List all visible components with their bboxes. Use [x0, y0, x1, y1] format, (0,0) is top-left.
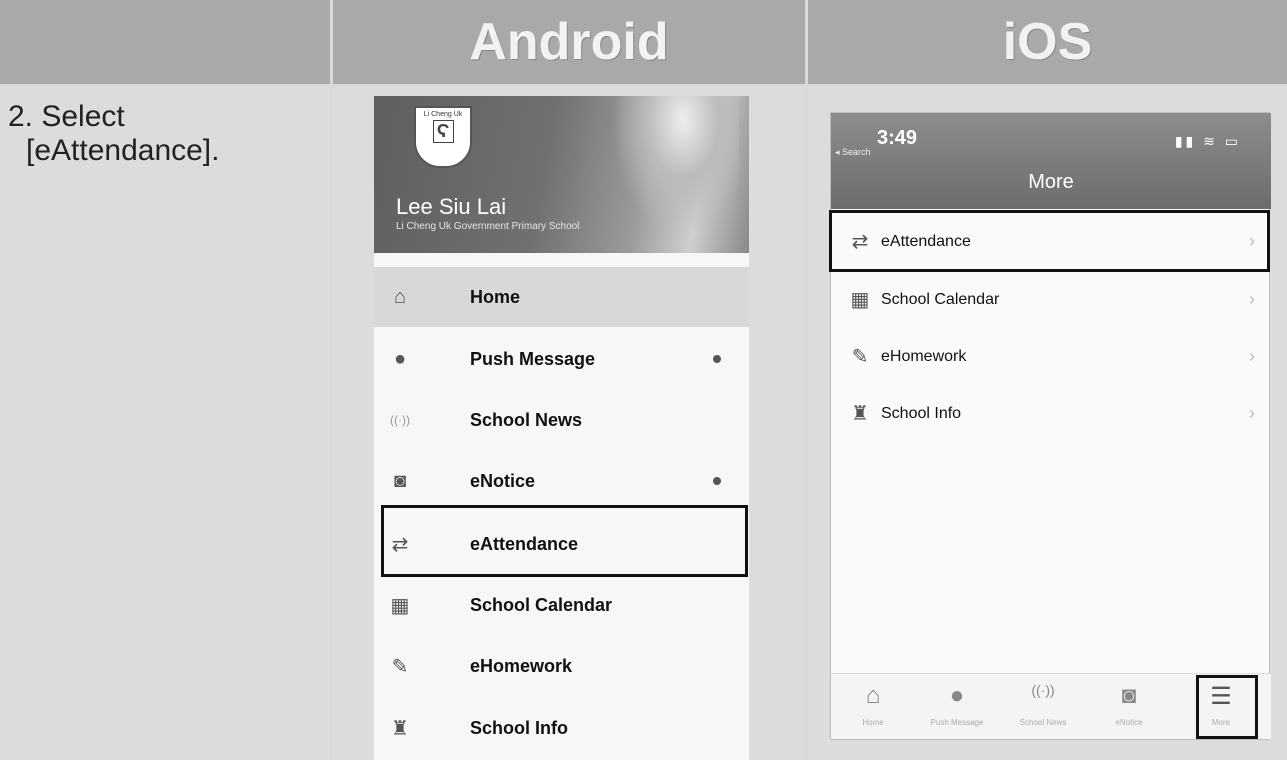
menu-item-school-calendar[interactable]: ▦ School Calendar [374, 575, 749, 635]
unread-dot [713, 355, 721, 363]
calendar-icon: ▦ [390, 594, 410, 617]
menu-item-label: Push Message [470, 348, 596, 369]
ios-more-tab-highlight-box [1196, 675, 1258, 739]
header-ios: iOS [808, 0, 1287, 84]
tab-enotice[interactable]: ◙ eNotice [1089, 682, 1169, 730]
tab-school-news[interactable]: ((·)) School News [1003, 682, 1083, 730]
menu-item-label: School News [470, 409, 583, 430]
tab-label: eNotice [1115, 718, 1143, 727]
step-instruction: 2. Select [eAttendance]. [8, 100, 219, 168]
list-item-label: eHomework [881, 347, 967, 365]
header-android: Android [333, 0, 805, 84]
menu-item-ehomework[interactable]: ✎ eHomework [374, 636, 749, 696]
ios-eattendance-highlight-box [829, 210, 1270, 272]
step-line-1: 2. Select [8, 100, 125, 133]
ios-nav-bar: 3:49 ◂ Search ▮▮ ≋ ▭ More [831, 113, 1271, 209]
step-line-2: [eAttendance]. [26, 134, 220, 167]
back-to-search-link[interactable]: ◂ Search [835, 147, 871, 158]
list-item-ehomework[interactable]: ✎ eHomework › [831, 328, 1271, 385]
message-icon: ● [393, 347, 407, 370]
chevron-right-icon: › [1249, 403, 1255, 423]
android-screen: Li Cheng Uk Ϛ Lee Siu Lai Li Cheng Uk Go… [374, 96, 749, 760]
chevron-right-icon: › [1249, 289, 1255, 309]
menu-item-school-info[interactable]: ♜ School Info [374, 698, 749, 758]
instruction-column [0, 87, 330, 760]
menu-item-label: eHomework [470, 655, 573, 676]
school-info-icon: ♜ [391, 717, 409, 740]
homework-icon: ✎ [851, 346, 869, 368]
tab-label: Home [862, 718, 884, 727]
tutorial-slide: Android iOS 2. Select [eAttendance]. Li … [0, 0, 1287, 760]
android-drawer-header: Li Cheng Uk Ϛ Lee Siu Lai Li Cheng Uk Go… [374, 96, 749, 253]
menu-item-label: Home [470, 286, 521, 307]
logo-text: Li Cheng Uk [423, 111, 463, 118]
android-eattendance-highlight-box [381, 505, 748, 577]
broadcast-icon: ((·)) [1031, 682, 1055, 698]
menu-item-enotice[interactable]: ◙ eNotice [374, 451, 749, 511]
header-background-image [599, 96, 739, 253]
chevron-right-icon: › [1249, 346, 1255, 366]
list-item-label: School Info [881, 404, 962, 422]
menu-item-label: School Calendar [470, 594, 613, 615]
signal-wifi-battery-icon: ▮▮ ≋ ▭ [1174, 133, 1241, 149]
home-icon: ⌂ [393, 285, 407, 308]
menu-item-label: eNotice [470, 470, 536, 491]
header-blank-cell [0, 0, 330, 84]
list-item-label: School Calendar [881, 290, 1000, 308]
tab-label: Push Message [930, 718, 984, 727]
notice-icon: ◙ [393, 469, 407, 492]
tab-label: School News [1019, 718, 1067, 727]
school-info-icon: ♜ [851, 403, 869, 425]
broadcast-icon: ((·)) [390, 413, 410, 427]
ios-screen: 3:49 ◂ Search ▮▮ ≋ ▭ More ⇄ eAttendance … [830, 112, 1271, 740]
school-logo-icon: Li Cheng Uk Ϛ [414, 106, 472, 168]
tab-push-message[interactable]: ● Push Message [917, 682, 997, 730]
unread-dot [713, 477, 721, 485]
logo-mark: Ϛ [432, 120, 454, 143]
menu-item-home[interactable]: ⌂ Home [374, 267, 749, 327]
list-item-school-calendar[interactable]: ▦ School Calendar › [831, 271, 1271, 328]
menu-item-push-message[interactable]: ● Push Message [374, 329, 749, 389]
status-time: 3:49 [877, 127, 918, 149]
calendar-icon: ▦ [850, 289, 870, 311]
user-name: Lee Siu Lai [396, 194, 507, 219]
school-name: Li Cheng Uk Government Primary School [396, 221, 580, 232]
homework-icon: ✎ [391, 655, 409, 678]
list-item-school-info[interactable]: ♜ School Info › [831, 385, 1271, 442]
message-icon: ● [949, 682, 965, 709]
notice-icon: ◙ [1121, 682, 1137, 709]
menu-item-school-news[interactable]: ((·)) School News [374, 390, 749, 450]
home-icon: ⌂ [865, 682, 881, 709]
tab-home[interactable]: ⌂ Home [833, 682, 913, 730]
menu-item-label: School Info [470, 717, 568, 738]
nav-title: More [1028, 171, 1074, 193]
